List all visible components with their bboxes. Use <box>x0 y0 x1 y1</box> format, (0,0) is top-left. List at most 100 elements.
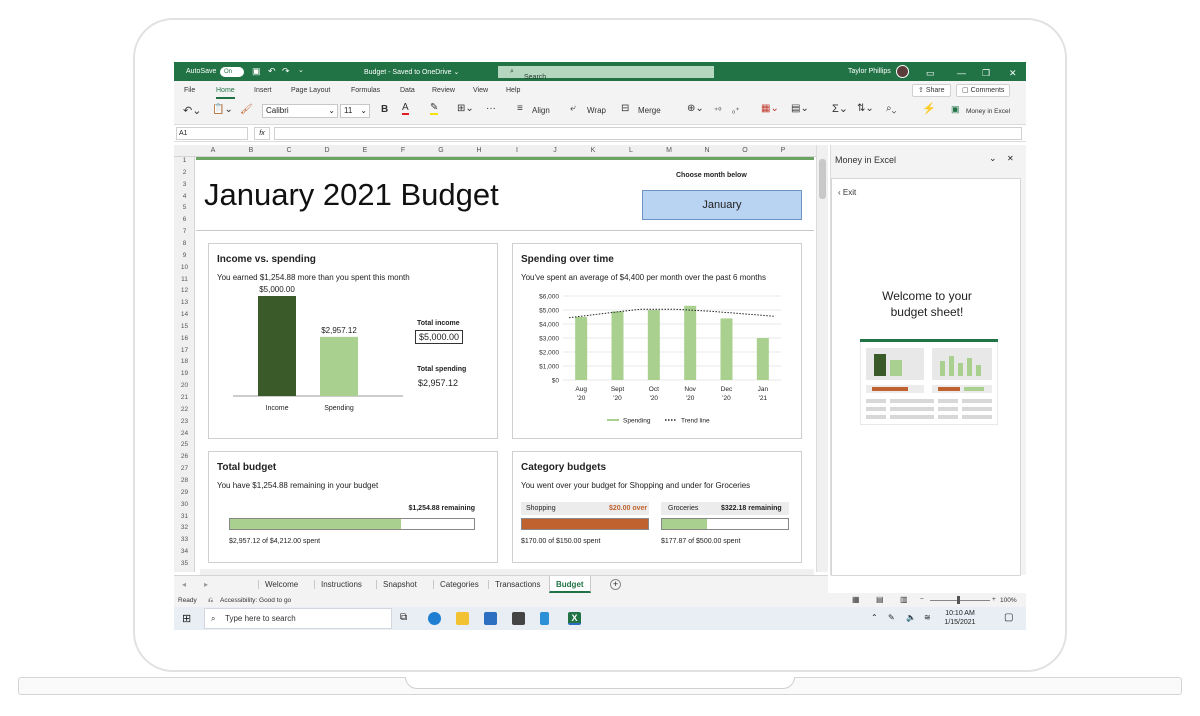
chevron-up-icon[interactable]: ⌃ <box>871 613 878 622</box>
row-header[interactable]: 33 <box>174 536 195 543</box>
merge-button[interactable]: Merge <box>638 106 661 115</box>
row-header[interactable]: 17 <box>174 347 195 354</box>
format-painter-icon[interactable]: 🖌 <box>240 104 253 115</box>
more-icon[interactable]: ··· <box>486 103 496 114</box>
tab-file[interactable]: File <box>184 87 195 94</box>
row-header[interactable]: 24 <box>174 430 195 437</box>
money-in-excel-button[interactable]: Money in Excel <box>966 108 1010 115</box>
customize-qat-icon[interactable]: ⌄ <box>298 66 304 74</box>
edge-icon[interactable] <box>428 612 441 625</box>
clock-time[interactable]: 10:10 AM <box>940 610 980 617</box>
column-header[interactable]: I <box>498 147 536 154</box>
volume-icon[interactable]: 🔈 <box>906 613 916 622</box>
row-header[interactable]: 10 <box>174 264 195 271</box>
task-view-icon[interactable]: ⧉ <box>400 612 407 623</box>
minimize-icon[interactable]: — <box>957 68 966 78</box>
autosave-toggle[interactable]: On <box>220 67 244 77</box>
fx-icon[interactable]: fx <box>254 127 270 140</box>
sheet-area[interactable]: January 2021 Budget Choose month below J… <box>196 157 814 572</box>
phone-icon[interactable] <box>540 612 549 625</box>
share-button[interactable]: ⇪ Share <box>912 84 951 97</box>
wrap-icon[interactable]: ⤶ <box>570 103 576 114</box>
row-header[interactable]: 32 <box>174 524 195 531</box>
exit-button[interactable]: ‹ Exit <box>838 188 856 197</box>
increase-decimal-icon[interactable]: ⁺⁰ <box>714 106 721 115</box>
row-header[interactable]: 5 <box>174 204 195 211</box>
bold-button[interactable]: B <box>381 104 388 115</box>
zoom-slider-thumb[interactable] <box>957 596 960 604</box>
row-header[interactable]: 21 <box>174 394 195 401</box>
tab-view[interactable]: View <box>473 87 488 94</box>
scroll-thumb[interactable] <box>819 159 826 199</box>
column-header[interactable]: H <box>460 147 498 154</box>
row-header[interactable]: 11 <box>174 276 195 283</box>
clock-date[interactable]: 1/15/2021 <box>940 619 980 626</box>
font-name-select[interactable]: Calibri ⌄ <box>262 104 338 118</box>
row-header[interactable]: 12 <box>174 287 195 294</box>
column-header[interactable]: E <box>346 147 384 154</box>
row-header[interactable]: 3 <box>174 181 195 188</box>
decrease-decimal-icon[interactable]: ₀⁺ <box>732 106 740 115</box>
tab-home[interactable]: Home <box>216 87 235 99</box>
close-pane-icon[interactable]: ✕ <box>1007 154 1014 163</box>
mail-icon[interactable] <box>484 612 497 625</box>
column-header[interactable]: C <box>270 147 308 154</box>
row-header[interactable]: 14 <box>174 311 195 318</box>
column-header[interactable]: L <box>612 147 650 154</box>
tab-formulas[interactable]: Formulas <box>351 87 380 94</box>
add-sheet-icon[interactable]: + <box>610 579 621 590</box>
tab-review[interactable]: Review <box>432 87 455 94</box>
zoom-level[interactable]: 100% <box>1000 597 1017 604</box>
tab-nav-next-icon[interactable]: ▸ <box>204 580 208 589</box>
column-header[interactable]: K <box>574 147 612 154</box>
tab-categories[interactable]: Categories <box>433 580 485 589</box>
formula-bar[interactable] <box>274 127 1022 140</box>
row-header[interactable]: 22 <box>174 406 195 413</box>
row-header[interactable]: 30 <box>174 501 195 508</box>
row-header[interactable]: 25 <box>174 441 195 448</box>
avatar[interactable] <box>896 65 909 78</box>
pen-icon[interactable]: ✎ <box>888 613 895 622</box>
document-title[interactable]: Budget - Saved to OneDrive ⌄ <box>364 68 459 76</box>
ideas-icon[interactable]: ⚡ <box>922 102 936 115</box>
save-icon[interactable]: ▣ <box>252 66 261 77</box>
row-header[interactable]: 35 <box>174 560 195 567</box>
row-header[interactable]: 1 <box>174 157 195 164</box>
merge-icon[interactable]: ⊟ <box>621 103 629 114</box>
column-header[interactable]: G <box>422 147 460 154</box>
sum-icon[interactable]: Σ⌄ <box>832 102 848 115</box>
accessibility-status[interactable]: Accessibility: Good to go <box>220 597 291 604</box>
column-header[interactable]: J <box>536 147 574 154</box>
search-input[interactable]: ⌕ Search <box>498 66 714 81</box>
taskbar-search[interactable]: ⌕ Type here to search <box>204 608 392 629</box>
redo-icon[interactable]: ↷ <box>282 66 290 77</box>
row-header[interactable]: 15 <box>174 323 195 330</box>
paste-icon[interactable]: 📋⌄ <box>212 104 233 115</box>
format-table-icon[interactable]: ▤⌄ <box>791 103 809 114</box>
row-header[interactable]: 8 <box>174 240 195 247</box>
tab-instructions[interactable]: Instructions <box>314 580 368 589</box>
row-header[interactable]: 9 <box>174 252 195 259</box>
row-header[interactable]: 16 <box>174 335 195 342</box>
row-header[interactable]: 7 <box>174 228 195 235</box>
money-icon[interactable]: ▣ <box>951 104 960 115</box>
row-header[interactable]: 2 <box>174 169 195 176</box>
windows-start-icon[interactable]: ⊞ <box>182 612 191 625</box>
sort-filter-icon[interactable]: ⇅⌄ <box>857 103 874 114</box>
tab-nav-prev-icon[interactable]: ◂ <box>182 580 186 589</box>
restore-icon[interactable]: ❐ <box>982 68 990 79</box>
page-break-view-icon[interactable]: ▥ <box>900 595 908 604</box>
tab-page-layout[interactable]: Page Layout <box>291 87 330 94</box>
wrap-button[interactable]: Wrap <box>587 106 606 115</box>
zoom-out-icon[interactable]: − <box>920 596 924 603</box>
borders-icon[interactable]: ⊞⌄ <box>457 103 474 114</box>
font-color-button[interactable]: A <box>402 103 409 115</box>
row-header[interactable]: 28 <box>174 477 195 484</box>
align-icon[interactable]: ≡ <box>517 103 523 114</box>
tab-data[interactable]: Data <box>400 87 415 94</box>
row-header[interactable]: 13 <box>174 299 195 306</box>
row-header[interactable]: 34 <box>174 548 195 555</box>
tab-welcome[interactable]: Welcome <box>258 580 304 589</box>
tab-help[interactable]: Help <box>506 87 520 94</box>
align-button[interactable]: Align <box>532 106 550 115</box>
